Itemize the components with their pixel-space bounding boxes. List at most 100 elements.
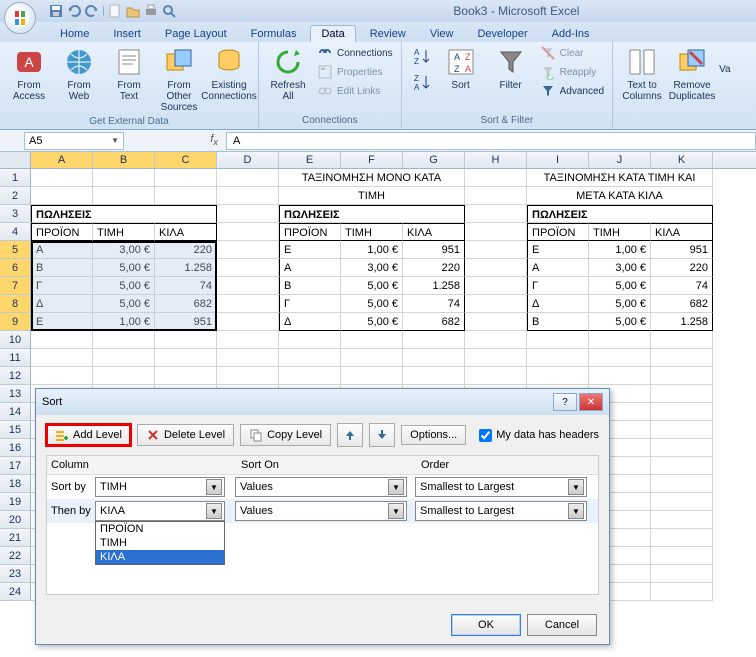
cell[interactable] xyxy=(527,331,589,349)
print-preview-icon[interactable] xyxy=(161,3,177,19)
row-header[interactable]: 21 xyxy=(0,529,31,547)
cell[interactable] xyxy=(651,529,713,547)
cell[interactable] xyxy=(403,349,465,367)
cell[interactable] xyxy=(465,169,527,187)
cell[interactable]: 220 xyxy=(403,259,465,277)
text-to-columns-button[interactable]: Text to Columns xyxy=(619,44,665,104)
options-button[interactable]: Options... xyxy=(401,425,466,445)
cell[interactable]: Γ xyxy=(279,295,341,313)
row-header[interactable]: 13 xyxy=(0,385,31,403)
connections-button[interactable]: Connections xyxy=(315,44,395,62)
from-text-button[interactable]: From Text xyxy=(106,44,152,104)
column-dropdown-list[interactable]: ΠΡΟΪΟΝ ΤΙΜΗ ΚΙΛΑ xyxy=(95,521,225,565)
cell[interactable] xyxy=(465,241,527,259)
add-level-button[interactable]: Add Level xyxy=(46,424,131,446)
row-header[interactable]: 11 xyxy=(0,349,31,367)
cell[interactable] xyxy=(465,187,527,205)
col-header-b[interactable]: B xyxy=(93,152,155,168)
cell[interactable]: Β xyxy=(31,259,93,277)
cell[interactable] xyxy=(651,367,713,385)
sort-desc-icon[interactable]: ZA xyxy=(410,72,432,94)
cell[interactable] xyxy=(651,493,713,511)
row-header[interactable]: 6 xyxy=(0,259,31,277)
cell[interactable]: ΤΙΜΗ xyxy=(589,223,651,241)
cell[interactable] xyxy=(465,331,527,349)
cell[interactable]: 5,00 € xyxy=(589,313,651,331)
cell[interactable]: ΠΩΛΗΣΕΙΣ xyxy=(31,205,217,223)
cell[interactable] xyxy=(527,349,589,367)
cell[interactable] xyxy=(589,367,651,385)
cell[interactable] xyxy=(341,331,403,349)
cell[interactable]: 1.258 xyxy=(403,277,465,295)
copy-level-button[interactable]: Copy Level xyxy=(240,424,331,446)
refresh-all-button[interactable]: Refresh All xyxy=(265,44,311,104)
cell[interactable] xyxy=(651,583,713,601)
cell[interactable] xyxy=(465,349,527,367)
row-header[interactable]: 20 xyxy=(0,511,31,529)
row-header[interactable]: 7 xyxy=(0,277,31,295)
row-header[interactable]: 16 xyxy=(0,439,31,457)
move-down-button[interactable] xyxy=(369,423,395,447)
cell[interactable]: 220 xyxy=(651,259,713,277)
cell[interactable] xyxy=(217,205,279,223)
cell[interactable] xyxy=(651,385,713,403)
delete-level-button[interactable]: Delete Level xyxy=(137,424,234,446)
col-header-c[interactable]: C xyxy=(155,152,217,168)
chevron-down-icon[interactable]: ▼ xyxy=(206,503,222,519)
cell[interactable] xyxy=(93,367,155,385)
select-all-corner[interactable] xyxy=(0,152,31,168)
cell[interactable]: 1,00 € xyxy=(93,313,155,331)
cell[interactable] xyxy=(217,313,279,331)
cell[interactable] xyxy=(155,169,217,187)
cell[interactable] xyxy=(403,367,465,385)
cell[interactable]: 5,00 € xyxy=(589,295,651,313)
tab-review[interactable]: Review xyxy=(360,26,416,42)
cell[interactable] xyxy=(403,331,465,349)
thenby-order-combo[interactable]: Smallest to Largest▼ xyxy=(415,501,587,521)
cell[interactable]: Ε xyxy=(279,241,341,259)
cell[interactable] xyxy=(93,187,155,205)
cell[interactable]: ΤΑΞΙΝΟΜΗΣΗ ΚΑΤΑ ΤΙΜΗ ΚΑΙ xyxy=(527,169,713,187)
fx-icon[interactable]: fx xyxy=(132,133,218,147)
cell[interactable]: ΠΡΟΪΟΝ xyxy=(527,223,589,241)
cell[interactable] xyxy=(217,259,279,277)
cell[interactable] xyxy=(279,349,341,367)
row-header[interactable]: 22 xyxy=(0,547,31,565)
cell[interactable]: 5,00 € xyxy=(93,295,155,313)
cell[interactable]: 682 xyxy=(651,295,713,313)
chevron-down-icon[interactable]: ▼ xyxy=(568,479,584,495)
cell[interactable]: 3,00 € xyxy=(93,241,155,259)
col-header-h[interactable]: H xyxy=(465,152,527,168)
dropdown-item[interactable]: ΠΡΟΪΟΝ xyxy=(96,522,224,536)
cell[interactable]: 682 xyxy=(403,313,465,331)
headers-checkbox[interactable]: My data has headers xyxy=(479,429,599,442)
row-header[interactable]: 4 xyxy=(0,223,31,241)
cell[interactable] xyxy=(651,421,713,439)
remove-duplicates-button[interactable]: Remove Duplicates xyxy=(669,44,715,104)
cell[interactable]: ΤΙΜΗ xyxy=(279,187,465,205)
from-other-sources-button[interactable]: From Other Sources xyxy=(156,44,202,115)
sort-asc-icon[interactable]: AZ xyxy=(410,46,432,68)
chevron-down-icon[interactable]: ▼ xyxy=(206,479,222,495)
cell[interactable]: 1.258 xyxy=(651,313,713,331)
cell[interactable]: Β xyxy=(279,277,341,295)
cell[interactable]: 5,00 € xyxy=(93,259,155,277)
cell[interactable] xyxy=(465,205,527,223)
sortby-order-combo[interactable]: Smallest to Largest▼ xyxy=(415,477,587,497)
row-header[interactable]: 12 xyxy=(0,367,31,385)
thenby-on-combo[interactable]: Values▼ xyxy=(235,501,407,521)
row-header[interactable]: 15 xyxy=(0,421,31,439)
move-up-button[interactable] xyxy=(337,423,363,447)
row-header[interactable]: 17 xyxy=(0,457,31,475)
cell[interactable]: 1.258 xyxy=(155,259,217,277)
tab-addins[interactable]: Add-Ins xyxy=(542,26,600,42)
help-button[interactable]: ? xyxy=(553,393,577,411)
row-header[interactable]: 19 xyxy=(0,493,31,511)
cell[interactable] xyxy=(217,187,279,205)
cell[interactable]: Α xyxy=(31,241,93,259)
cell[interactable]: 5,00 € xyxy=(341,313,403,331)
cell[interactable] xyxy=(279,367,341,385)
tab-view[interactable]: View xyxy=(420,26,464,42)
thenby-column-combo[interactable]: ΚΙΛΑ▼ xyxy=(95,501,225,521)
cell[interactable]: 74 xyxy=(403,295,465,313)
